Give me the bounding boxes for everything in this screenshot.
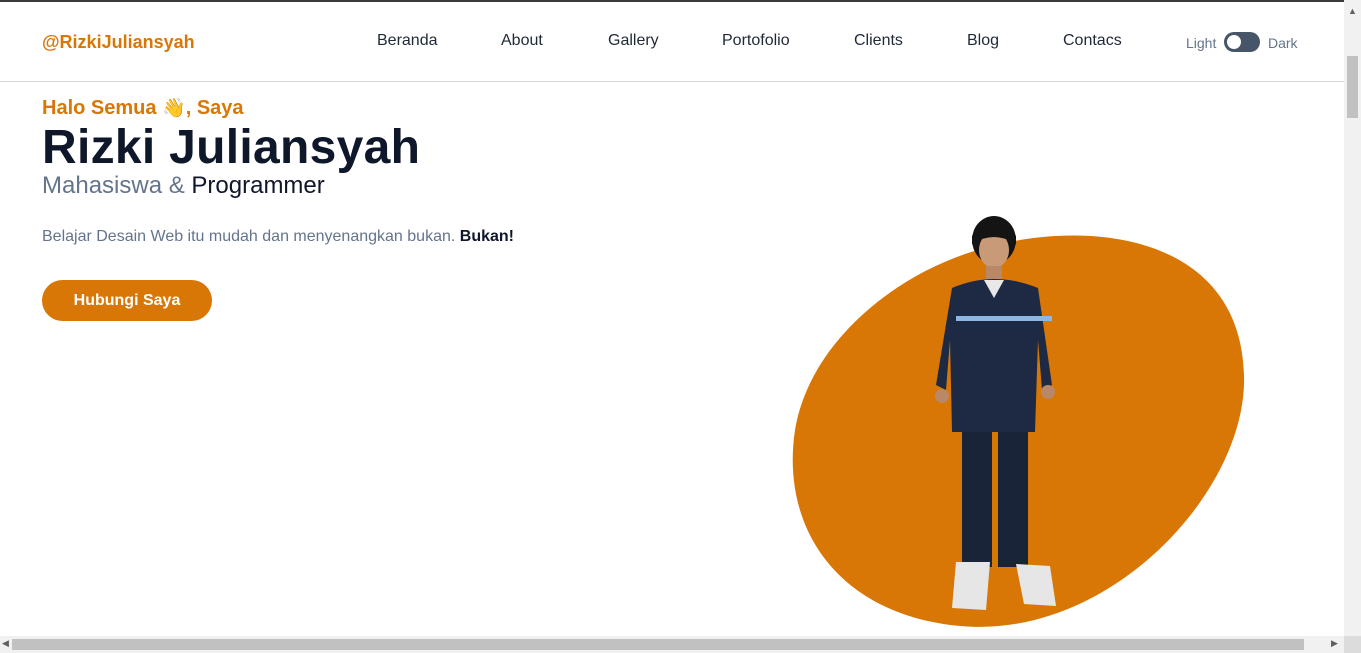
theme-dark-label: Dark (1268, 35, 1298, 51)
greeting-suffix: , Saya (185, 97, 244, 119)
hero-section: Halo Semua 👋, Saya Rizki Juliansyah Maha… (42, 96, 514, 321)
scroll-right-arrow-icon[interactable]: ▶ (1331, 638, 1338, 649)
scroll-left-arrow-icon[interactable]: ◀ (2, 638, 9, 649)
nav-item-beranda[interactable]: Beranda (377, 32, 438, 50)
hero-tagline: Belajar Desain Web itu mudah dan menyena… (42, 228, 514, 246)
waving-hand-icon: 👋 (162, 98, 186, 119)
nav-item-about[interactable]: About (501, 32, 543, 50)
horizontal-scroll-thumb[interactable] (12, 639, 1304, 650)
hero-name: Rizki Juliansyah (42, 121, 421, 174)
theme-switch-knob (1227, 35, 1241, 49)
nav-item-clients[interactable]: Clients (854, 32, 903, 50)
role-primary: Mahasiswa & (42, 172, 185, 199)
contact-me-button[interactable]: Hubungi Saya (42, 280, 212, 321)
horizontal-scrollbar[interactable]: ◀ ▶ (0, 636, 1344, 653)
hero-role: Mahasiswa & Programmer (42, 172, 514, 200)
theme-light-label: Light (1186, 35, 1217, 51)
tagline-bold: Bukan! (459, 228, 514, 245)
vertical-scroll-thumb[interactable] (1347, 56, 1358, 118)
greeting-prefix: Halo Semua (42, 97, 157, 119)
brand-logo[interactable]: @RizkiJuliansyah (42, 32, 195, 53)
nav-item-gallery[interactable]: Gallery (608, 32, 659, 50)
scrollbar-corner (1344, 636, 1361, 653)
hero-illustration (780, 200, 1260, 636)
nav-item-contacs[interactable]: Contacs (1063, 32, 1122, 50)
hero-portrait-svg (792, 216, 1245, 627)
vertical-scrollbar[interactable]: ▲ (1344, 0, 1361, 636)
theme-switch[interactable] (1224, 32, 1260, 52)
tagline-text: Belajar Desain Web itu mudah dan menyena… (42, 228, 456, 245)
hero-greeting: Halo Semua 👋, Saya (42, 96, 514, 120)
navbar: @RizkiJuliansyah Beranda About Gallery P… (0, 2, 1344, 82)
role-secondary: Programmer (191, 172, 325, 199)
nav-item-portofolio[interactable]: Portofolio (722, 32, 790, 50)
scroll-up-arrow-icon[interactable]: ▲ (1348, 6, 1357, 16)
nav-item-blog[interactable]: Blog (967, 32, 999, 50)
